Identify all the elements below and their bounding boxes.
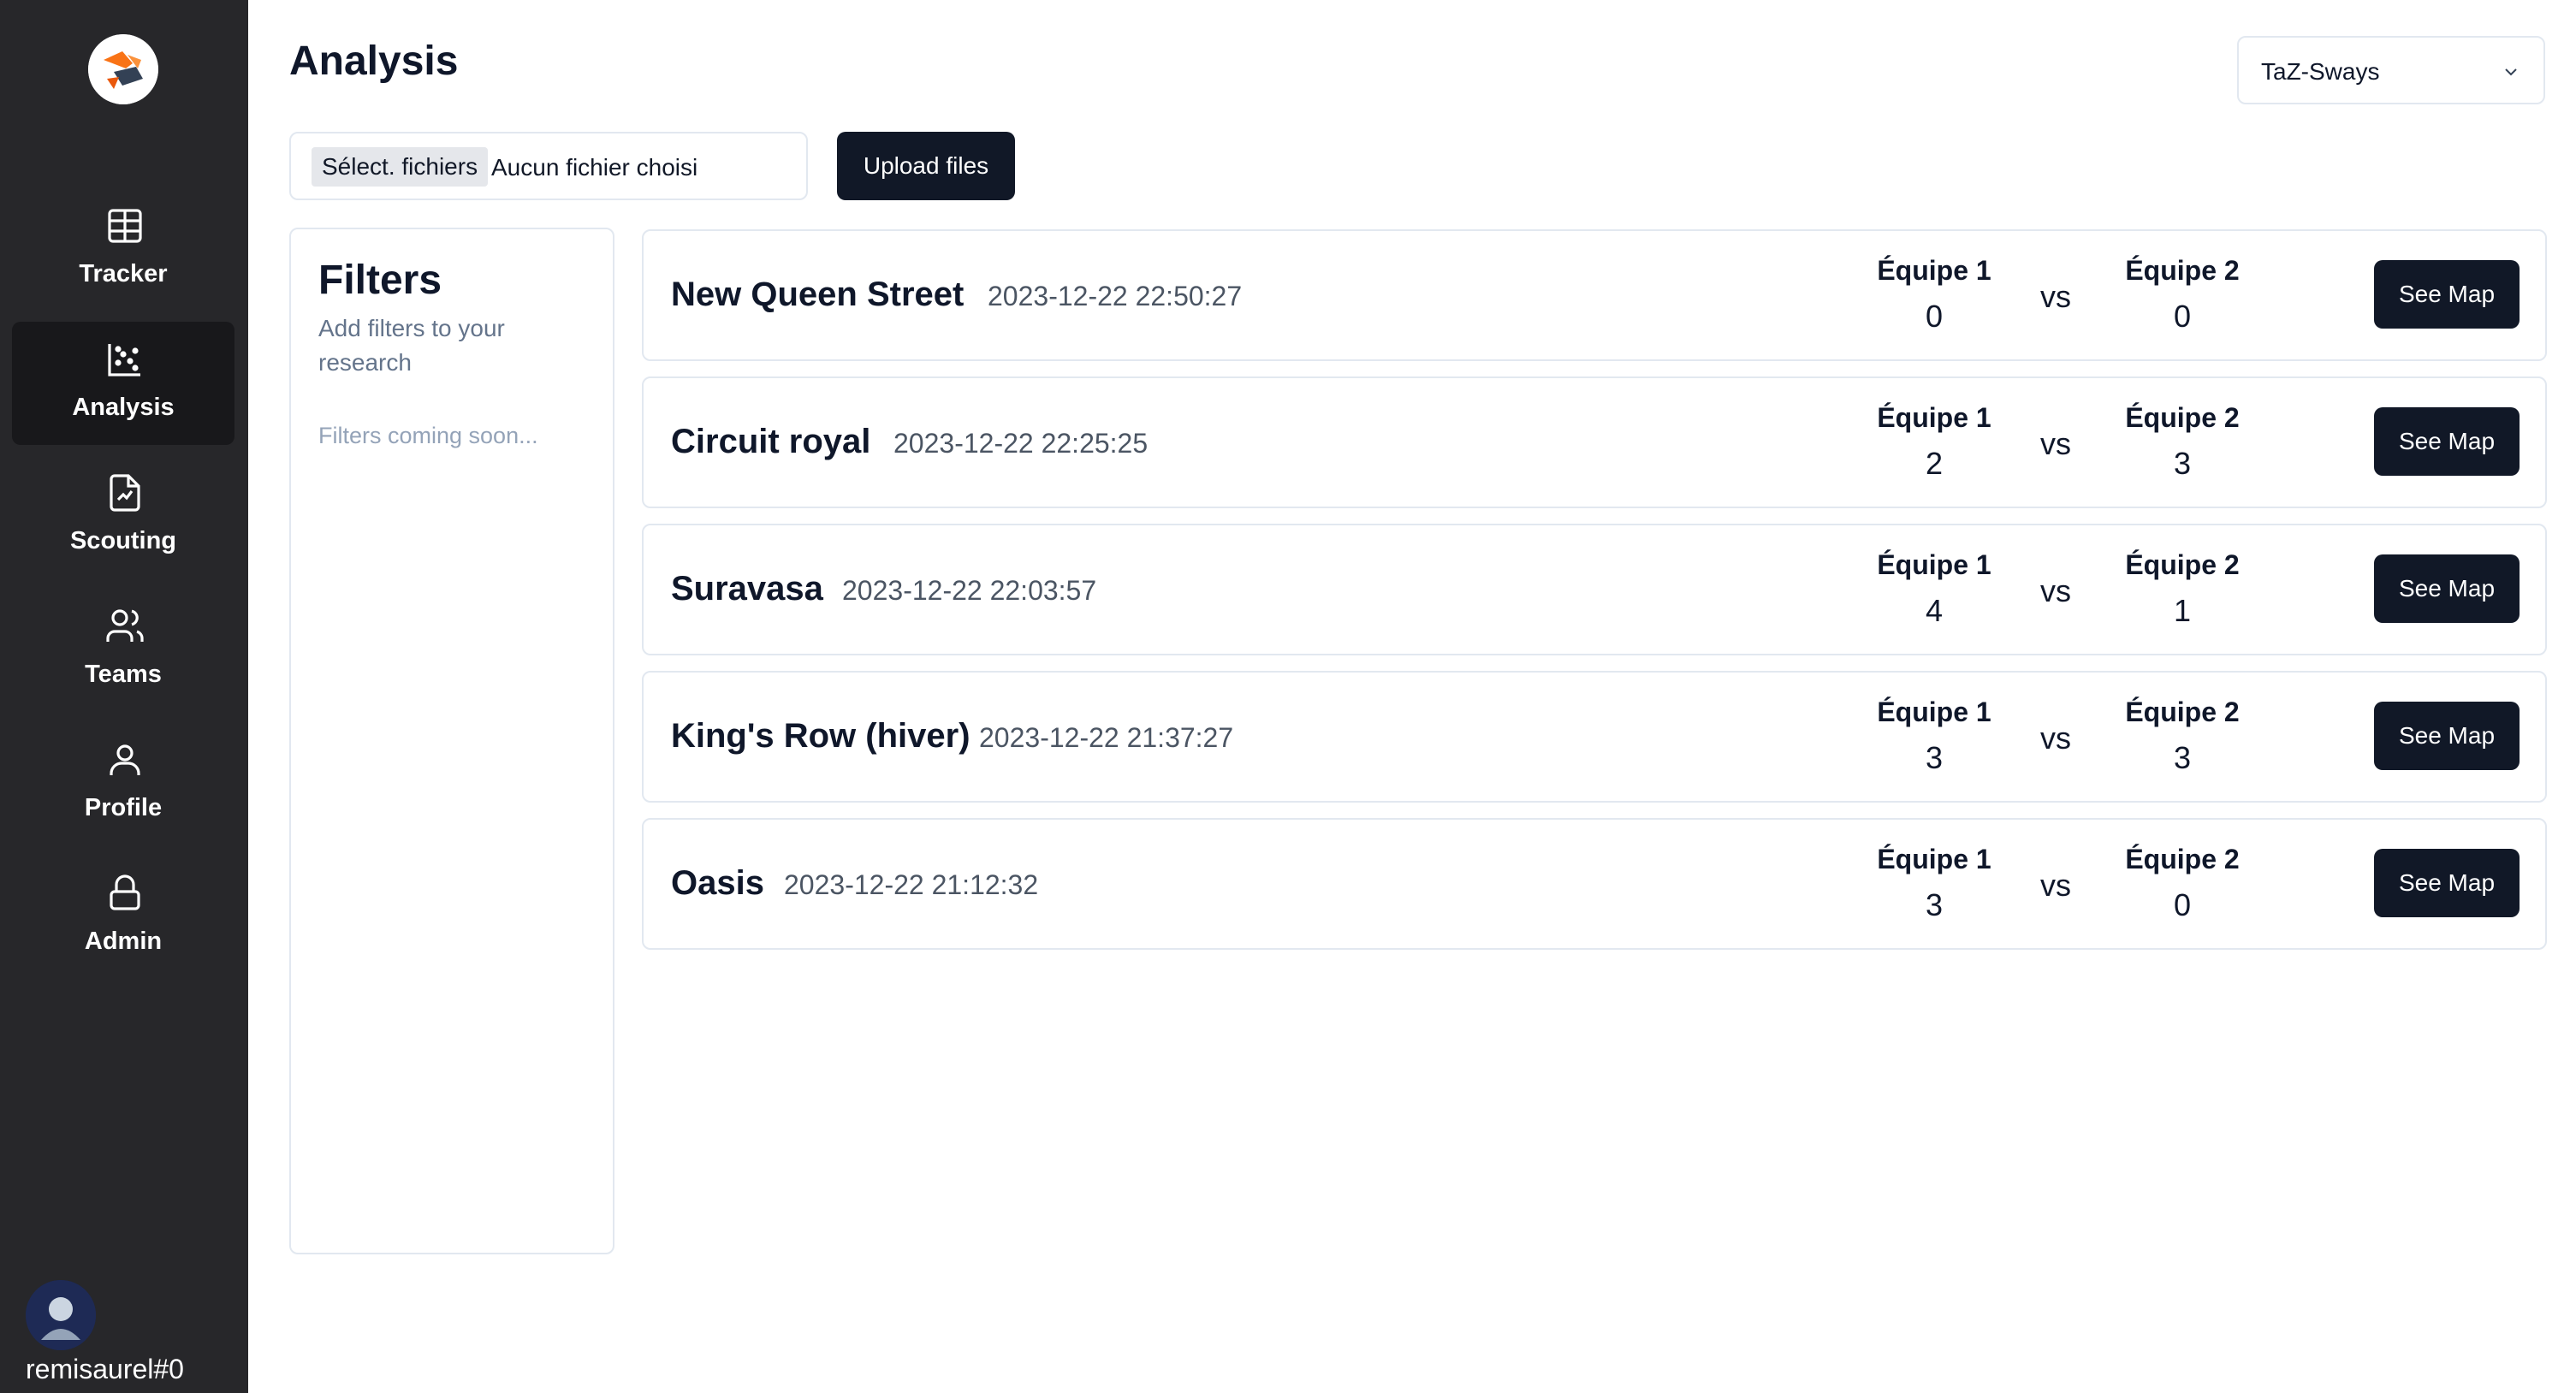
team-1: Équipe 1 0 <box>1857 255 2011 335</box>
see-map-button[interactable]: See Map <box>2374 849 2520 917</box>
vs-label: vs <box>2040 279 2071 314</box>
sidebar-item-label: Teams <box>85 661 162 688</box>
match-date: 2023-12-22 21:37:27 <box>979 722 1234 753</box>
team-1-score: 3 <box>1925 887 1944 922</box>
page-title: Analysis <box>289 39 459 84</box>
team-1-score: 2 <box>1925 446 1944 481</box>
sidebar-item-tracker[interactable]: Tracker <box>12 188 234 311</box>
see-map-button[interactable]: See Map <box>2374 407 2520 476</box>
map-name: New Queen Street <box>671 276 965 313</box>
file-chart-icon <box>110 474 140 512</box>
user-name: remisaurel#0 <box>26 1354 184 1384</box>
see-map-button[interactable]: See Map <box>2374 554 2520 623</box>
team-2: Équipe 2 0 <box>2105 844 2259 923</box>
team-1: Équipe 1 3 <box>1857 844 2011 923</box>
team-1-score: 4 <box>1925 593 1944 628</box>
filters-title: Filters <box>318 258 442 303</box>
match-card: Suravasa 2023-12-22 22:03:57 Équipe 1 4 … <box>642 524 2547 655</box>
sidebar: Tracker Analysis Scouting Teams Profile … <box>0 0 248 1393</box>
match-card: Circuit royal 2023-12-22 22:25:25 Équipe… <box>642 376 2547 508</box>
team-1: Équipe 1 4 <box>1857 549 2011 629</box>
chevron-down-icon <box>2505 68 2517 76</box>
team-2-score: 3 <box>2173 446 2192 481</box>
team-2-score: 3 <box>2173 740 2192 775</box>
scatter-chart-icon <box>108 344 140 376</box>
team-1-name: Équipe 1 <box>1877 844 1991 874</box>
map-name: Oasis <box>671 864 764 902</box>
team-1-score: 3 <box>1925 740 1944 775</box>
choose-files-button[interactable]: Sélect. fichiers <box>312 147 489 187</box>
team-1-name: Équipe 1 <box>1877 696 1991 727</box>
filters-panel: Filters Add filters to your research Fil… <box>289 228 614 1254</box>
sidebar-item-label: Admin <box>84 928 163 955</box>
sidebar-item-label: Tracker <box>79 260 168 287</box>
vs-label: vs <box>2040 868 2071 903</box>
match-card: Oasis 2023-12-22 21:12:32 Équipe 1 3 vs … <box>642 818 2547 950</box>
team-1-name: Équipe 1 <box>1877 255 1991 286</box>
map-name: Circuit royal <box>671 423 871 460</box>
team-2-name: Équipe 2 <box>2125 696 2240 727</box>
vs-label: vs <box>2040 573 2071 608</box>
user-avatar-icon <box>26 1280 96 1350</box>
file-input[interactable]: Sélect. fichiers Aucun fichier choisi <box>289 132 808 200</box>
team-1: Équipe 1 3 <box>1857 696 2011 776</box>
upload-files-button[interactable]: Upload files <box>837 132 1015 200</box>
team-2: Équipe 2 1 <box>2105 549 2259 629</box>
map-name: King's Row (hiver) <box>671 717 970 755</box>
filters-description: Add filters to your research <box>318 315 505 376</box>
app-logo[interactable] <box>88 34 158 104</box>
match-date: 2023-12-22 22:25:25 <box>893 428 1149 459</box>
team-1-name: Équipe 1 <box>1877 549 1991 580</box>
match-date: 2023-12-22 21:12:32 <box>784 869 1039 900</box>
sidebar-item-label: Scouting <box>69 527 177 554</box>
sidebar-item-profile[interactable]: Profile <box>12 722 234 845</box>
users-icon <box>106 609 144 642</box>
sidebar-item-label: Analysis <box>72 394 175 421</box>
team-2-name: Équipe 2 <box>2125 402 2240 433</box>
vs-label: vs <box>2040 426 2071 461</box>
team-2: Équipe 2 3 <box>2105 696 2259 776</box>
sidebar-item-analysis[interactable]: Analysis <box>12 322 234 445</box>
team-2-name: Équipe 2 <box>2125 255 2240 286</box>
team-select[interactable]: TaZ-Sways <box>2237 36 2545 104</box>
sidebar-item-label: Profile <box>84 794 163 821</box>
team-2-score: 1 <box>2173 593 2192 628</box>
lock-icon <box>110 874 140 910</box>
team-2-score: 0 <box>2173 887 2192 922</box>
team-2-score: 0 <box>2173 299 2192 334</box>
team-1-name: Équipe 1 <box>1877 402 1991 433</box>
filters-empty-text: Filters coming soon... <box>318 423 538 448</box>
team-2: Équipe 2 0 <box>2105 255 2259 335</box>
team-2-name: Équipe 2 <box>2125 844 2240 874</box>
user-icon <box>110 744 140 775</box>
match-date: 2023-12-22 22:50:27 <box>988 281 1243 311</box>
table-icon <box>108 209 142 243</box>
team-2-name: Équipe 2 <box>2125 549 2240 580</box>
match-card: New Queen Street 2023-12-22 22:50:27 Équ… <box>642 229 2547 361</box>
team-1-score: 0 <box>1925 299 1944 334</box>
sidebar-item-scouting[interactable]: Scouting <box>12 455 234 578</box>
match-date: 2023-12-22 22:03:57 <box>842 575 1097 606</box>
vs-label: vs <box>2040 720 2071 756</box>
see-map-button[interactable]: See Map <box>2374 260 2520 329</box>
team-2: Équipe 2 3 <box>2105 402 2259 482</box>
sidebar-item-teams[interactable]: Teams <box>12 589 234 712</box>
match-card: King's Row (hiver) 2023-12-22 21:37:27 É… <box>642 671 2547 803</box>
logo-icon <box>88 34 158 104</box>
see-map-button[interactable]: See Map <box>2374 702 2520 770</box>
team-1: Équipe 1 2 <box>1857 402 2011 482</box>
map-name: Suravasa <box>671 570 823 608</box>
avatar[interactable] <box>26 1280 96 1350</box>
team-select-value: TaZ-Sways <box>2261 58 2380 85</box>
file-status: Aucun fichier choisi <box>491 154 698 181</box>
sidebar-item-admin[interactable]: Admin <box>12 856 234 979</box>
